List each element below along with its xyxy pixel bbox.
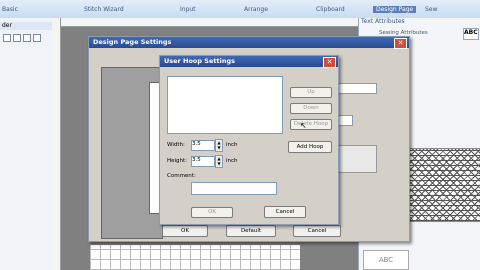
design-cancel-button[interactable]: Cancel <box>293 225 341 237</box>
tool-icon[interactable] <box>13 34 21 42</box>
left-panel: der <box>0 18 54 270</box>
add-hoop-button[interactable]: Add Hoop <box>288 141 332 153</box>
ruler-horizontal <box>52 18 358 27</box>
user-hoop-settings-dialog: User Hoop Settings ✕ Up Down Delete Hoop… <box>159 55 339 225</box>
comment-input[interactable] <box>191 182 277 195</box>
left-panel-header: der <box>0 22 54 30</box>
height-unit: inch <box>226 158 238 164</box>
user-hoop-title: User Hoop Settings <box>160 56 338 67</box>
text-attribute-button[interactable]: ABC <box>463 28 479 40</box>
ribbon-tab-design-page[interactable]: Design Page <box>373 6 417 13</box>
close-icon[interactable]: ✕ <box>323 57 336 68</box>
tool-icon[interactable] <box>33 34 41 42</box>
ribbon-tab-stitch-wizard[interactable]: Stitch Wizard <box>84 6 124 13</box>
up-button[interactable]: Up <box>290 87 332 98</box>
text-attributes-label: Text Attributes <box>361 18 405 25</box>
mouse-cursor-icon: ↖ <box>300 121 307 130</box>
design-page-grid <box>90 245 300 270</box>
delete-hoop-button[interactable]: Delete Hoop <box>290 119 332 130</box>
hoop-list[interactable] <box>167 76 283 134</box>
height-spinner[interactable]: ▲ ▼ <box>215 155 223 168</box>
ribbon-tab-basic[interactable]: Basic <box>2 6 18 13</box>
ribbon-bar: Basic Stitch Wizard Input Arrange Clipbo… <box>0 0 480 19</box>
design-page-title: Design Page Settings <box>89 37 409 48</box>
width-spinner[interactable]: ▲ ▼ <box>215 139 223 152</box>
tool-icon[interactable] <box>23 34 31 42</box>
height-input[interactable]: 3.5 <box>191 156 215 167</box>
width-value: 3.5 <box>192 141 201 147</box>
design-default-button[interactable]: Default <box>226 225 276 237</box>
hoop-cancel-button[interactable]: Cancel <box>264 206 306 218</box>
ruler-vertical <box>52 18 61 270</box>
tool-icon[interactable] <box>3 34 11 42</box>
text-sample-preview[interactable]: ABC <box>363 250 409 270</box>
design-ok-button[interactable]: OK <box>162 225 208 237</box>
hoop-ok-button[interactable]: OK <box>191 207 233 218</box>
text-attribute-glyph: ABC <box>464 29 478 36</box>
ribbon-tab-clipboard[interactable]: Clipboard <box>316 6 345 13</box>
down-button[interactable]: Down <box>290 103 332 114</box>
fill-pattern-preview[interactable] <box>405 148 480 222</box>
width-input[interactable]: 3.5 <box>191 140 215 151</box>
ribbon-tab-sew[interactable]: Sew <box>425 6 437 13</box>
comment-label: Comment: <box>167 173 196 179</box>
width-label: Width: <box>167 142 185 148</box>
width-unit: inch <box>226 142 238 148</box>
height-value: 3.5 <box>192 157 201 163</box>
close-icon[interactable]: ✕ <box>394 38 407 49</box>
height-label: Height: <box>167 158 188 164</box>
ribbon-tab-input[interactable]: Input <box>180 6 196 13</box>
ribbon-tab-arrange[interactable]: Arrange <box>244 6 268 13</box>
